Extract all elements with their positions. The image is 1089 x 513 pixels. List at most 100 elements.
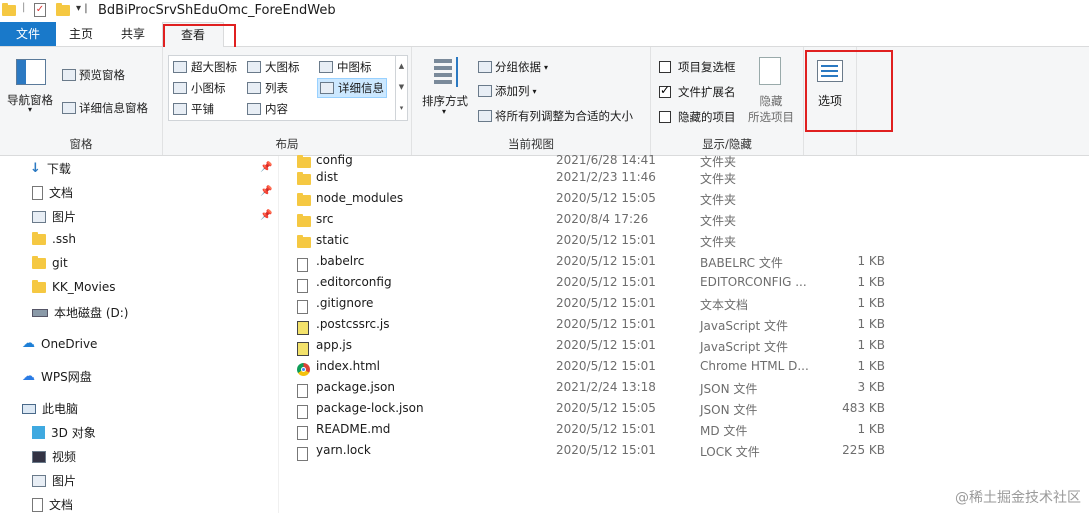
preview-pane-button[interactable]: 预览窗格: [62, 67, 125, 83]
layout-details[interactable]: 详细信息: [317, 78, 387, 98]
pin-icon[interactable]: 📌: [260, 186, 272, 197]
file-date: 2020/5/12 15:01: [556, 443, 656, 457]
table-row[interactable]: index.html 2020/5/12 15:01 Chrome HTML D..…: [279, 356, 1089, 377]
table-row[interactable]: yarn.lock 2020/5/12 15:01 LOCK 文件 225 KB: [279, 440, 1089, 461]
item-checkboxes-option[interactable]: 项目复选框: [659, 59, 736, 75]
expand-gallery-icon[interactable]: ▾: [396, 98, 407, 119]
table-row[interactable]: .gitignore 2020/5/12 15:01 文本文档 1 KB: [279, 293, 1089, 314]
fit-columns-label: 将所有列调整为合适的大小: [495, 109, 633, 123]
layout-gallery: 超大图标 大图标 中图标 小图标 列表 详细信息 平铺 内容 ▲ ▼ ▾: [168, 55, 408, 121]
table-row[interactable]: app.js 2020/5/12 15:01 JavaScript 文件 1 KB: [279, 335, 1089, 356]
content-icon: [247, 103, 261, 115]
scroll-down-icon[interactable]: ▼: [396, 77, 407, 98]
add-column-button[interactable]: 添加列 ▾: [478, 83, 537, 99]
layout-label: 超大图标: [191, 60, 237, 74]
nav-item-pictures-pc[interactable]: 图片: [32, 472, 76, 489]
preview-pane-icon: [62, 69, 76, 81]
table-row[interactable]: README.md 2020/5/12 15:01 MD 文件 1 KB: [279, 419, 1089, 440]
table-row[interactable]: package.json 2021/2/24 13:18 JSON 文件 3 KB: [279, 377, 1089, 398]
pin-icon[interactable]: 📌: [260, 210, 272, 221]
scroll-up-icon[interactable]: ▲: [396, 56, 407, 77]
nav-item-label: 文档: [49, 498, 74, 512]
hide-selected-button[interactable]: 隐藏 所选项目: [745, 93, 797, 125]
layout-label: 内容: [265, 102, 288, 116]
fit-columns-button[interactable]: 将所有列调整为合适的大小: [478, 108, 633, 124]
nav-item-wps-cloud[interactable]: ☁ WPS网盘: [22, 368, 92, 385]
nav-item-git[interactable]: git: [32, 255, 68, 270]
table-row[interactable]: src 2020/8/4 17:26 文件夹: [279, 209, 1089, 230]
tab-share[interactable]: 共享: [112, 22, 154, 46]
table-row[interactable]: dist 2021/2/23 11:46 文件夹: [279, 167, 1089, 188]
current-view-group: 排序方式 ▾ 分组依据 ▾ 添加列 ▾ 将所有列调整为合适的大小 当前视图: [412, 47, 651, 155]
properties-icon[interactable]: ✓: [34, 3, 46, 17]
nav-item-label: WPS网盘: [41, 370, 92, 384]
file-name: config: [316, 153, 353, 167]
nav-item-local-disk-d[interactable]: 本地磁盘 (D:): [32, 304, 128, 321]
table-row[interactable]: package-lock.json 2020/5/12 15:05 JSON 文件 4…: [279, 398, 1089, 419]
file-name: node_modules: [316, 191, 404, 205]
file-extensions-option[interactable]: 文件扩展名: [659, 83, 736, 100]
table-row[interactable]: .editorconfig 2020/5/12 15:01 EDITORCONFIG…: [279, 272, 1089, 293]
nav-item-videos[interactable]: 视频: [32, 448, 76, 465]
nav-item-3d-objects[interactable]: 3D 对象: [32, 424, 96, 441]
tiles-icon: [173, 103, 187, 115]
nav-item-ssh[interactable]: .ssh: [32, 231, 76, 246]
hidden-items-checkbox[interactable]: [659, 111, 671, 123]
tab-home[interactable]: 主页: [60, 22, 102, 46]
layout-extra-large-icons[interactable]: 超大图标: [173, 59, 237, 75]
item-checkboxes-checkbox[interactable]: [659, 61, 671, 73]
file-name: yarn.lock: [316, 443, 371, 457]
nav-item-label: git: [52, 256, 68, 270]
medium-icons-icon: [319, 61, 333, 73]
layout-list[interactable]: 列表: [247, 80, 288, 96]
folder-icon: [32, 279, 46, 293]
file-extensions-checkbox[interactable]: [659, 83, 671, 98]
table-row[interactable]: .postcssrc.js 2020/5/12 15:01 JavaScript 文…: [279, 314, 1089, 335]
new-folder-icon[interactable]: [56, 3, 70, 21]
drive-icon: [32, 308, 48, 317]
nav-item-pictures[interactable]: 图片: [32, 208, 76, 225]
file-size: 1 KB: [857, 317, 885, 331]
file-size: 1 KB: [857, 254, 885, 268]
file-name: index.html: [316, 359, 380, 373]
customize-quick-access-icon[interactable]: ▾ |: [76, 3, 88, 19]
nav-item-onedrive[interactable]: ☁ OneDrive: [22, 336, 97, 351]
layout-tiles[interactable]: 平铺: [173, 101, 214, 117]
chevron-down-icon: ▾: [544, 62, 549, 72]
hidden-items-option[interactable]: 隐藏的项目: [659, 109, 736, 125]
fit-columns-icon: [478, 110, 492, 122]
file-list: config 2021/6/28 14:41 文件夹 dist 2021/2/23 1…: [279, 153, 1089, 513]
nav-item-label: KK_Movies: [52, 280, 116, 294]
layout-large-icons[interactable]: 大图标: [247, 59, 300, 75]
3d-objects-icon: [32, 426, 45, 439]
table-row[interactable]: static 2020/5/12 15:01 文件夹: [279, 230, 1089, 251]
computer-icon: [22, 403, 36, 414]
file-name: package.json: [316, 380, 396, 394]
table-row[interactable]: .babelrc 2020/5/12 15:01 BABELRC 文件 1 KB: [279, 251, 1089, 272]
gallery-scroll[interactable]: ▲ ▼ ▾: [395, 56, 407, 120]
pin-icon[interactable]: 📌: [260, 162, 272, 173]
nav-item-downloads[interactable]: ↓ 下载: [30, 160, 71, 177]
tab-file[interactable]: 文件: [0, 22, 56, 46]
layout-small-icons[interactable]: 小图标: [173, 80, 226, 96]
details-icon: [320, 82, 334, 94]
document-icon: [32, 185, 43, 200]
table-row[interactable]: node_modules 2020/5/12 15:05 文件夹: [279, 188, 1089, 209]
group-by-button[interactable]: 分组依据 ▾: [478, 59, 548, 75]
file-type: BABELRC 文件: [700, 256, 783, 270]
folder-icon: [32, 255, 46, 269]
nav-item-this-pc[interactable]: 此电脑: [22, 400, 78, 417]
nav-item-documents[interactable]: 文档: [32, 184, 73, 201]
file-type: JSON 文件: [700, 403, 758, 417]
file-size: 225 KB: [842, 443, 885, 457]
watermark: @稀土掘金技术社区: [955, 490, 1081, 506]
file-extensions-label: 文件扩展名: [678, 85, 736, 99]
nav-item-documents-pc[interactable]: 文档: [32, 496, 73, 513]
nav-item-kk-movies[interactable]: KK_Movies: [32, 279, 116, 294]
picture-icon: [32, 210, 46, 223]
details-pane-button[interactable]: 详细信息窗格: [62, 100, 148, 116]
layout-content[interactable]: 内容: [247, 101, 288, 117]
layout-medium-icons[interactable]: 中图标: [319, 59, 372, 75]
folder-icon: [32, 231, 46, 245]
item-checkboxes-label: 项目复选框: [678, 60, 736, 74]
